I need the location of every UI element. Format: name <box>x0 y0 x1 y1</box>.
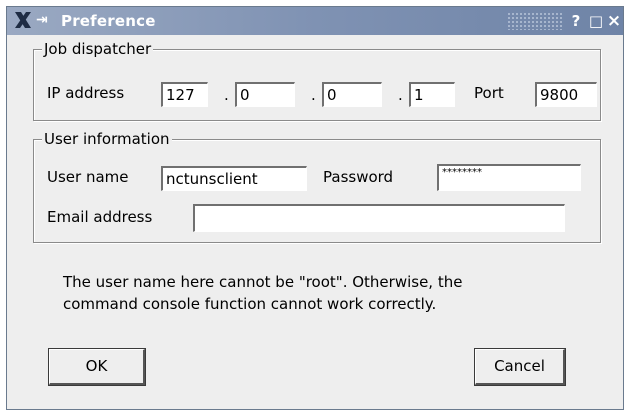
port-label: Port <box>474 84 504 102</box>
window-title: Preference <box>61 12 156 30</box>
email-label: Email address <box>47 208 153 226</box>
job-dispatcher-legend: Job dispatcher <box>42 40 154 58</box>
ip-octet-1-field[interactable]: 127 <box>161 82 208 107</box>
root-warning-note: The user name here cannot be "root". Oth… <box>63 271 583 315</box>
maximize-button[interactable]: □ <box>587 11 605 31</box>
user-information-legend: User information <box>42 130 172 148</box>
ip-address-label: IP address <box>47 84 125 102</box>
cancel-button[interactable]: Cancel <box>474 348 566 386</box>
username-label: User name <box>47 168 129 186</box>
password-label: Password <box>323 168 394 186</box>
close-button[interactable]: × <box>605 11 623 31</box>
note-line-1: The user name here cannot be "root". Oth… <box>63 273 463 291</box>
preference-dialog: ⇥ Preference ? □ × Job dispatcher IP add… <box>6 6 624 410</box>
titlebar-pattern <box>507 12 563 30</box>
ip-dot-3: . <box>398 86 403 104</box>
ip-octet-2-field[interactable]: 0 <box>235 82 295 107</box>
user-information-group: User information User name nctunsclient … <box>33 130 601 243</box>
ip-dot-1: . <box>224 86 229 104</box>
pin-icon[interactable]: ⇥ <box>36 12 48 28</box>
ip-dot-2: . <box>311 86 316 104</box>
port-field[interactable]: 9800 <box>535 82 597 107</box>
ip-octet-3-field[interactable]: 0 <box>322 82 382 107</box>
title-bar[interactable]: ⇥ Preference ? □ × <box>7 7 623 35</box>
x-window-icon[interactable] <box>13 10 33 30</box>
help-button[interactable]: ? <box>567 11 585 31</box>
password-field[interactable]: ******** <box>437 164 581 191</box>
username-field[interactable]: nctunsclient <box>161 166 307 191</box>
note-line-2: command console function cannot work cor… <box>63 295 437 313</box>
ip-octet-4-field[interactable]: 1 <box>409 82 455 107</box>
ok-button[interactable]: OK <box>48 348 146 386</box>
job-dispatcher-group: Job dispatcher IP address 127 . 0 . 0 . … <box>33 40 601 121</box>
email-field[interactable] <box>193 204 565 232</box>
